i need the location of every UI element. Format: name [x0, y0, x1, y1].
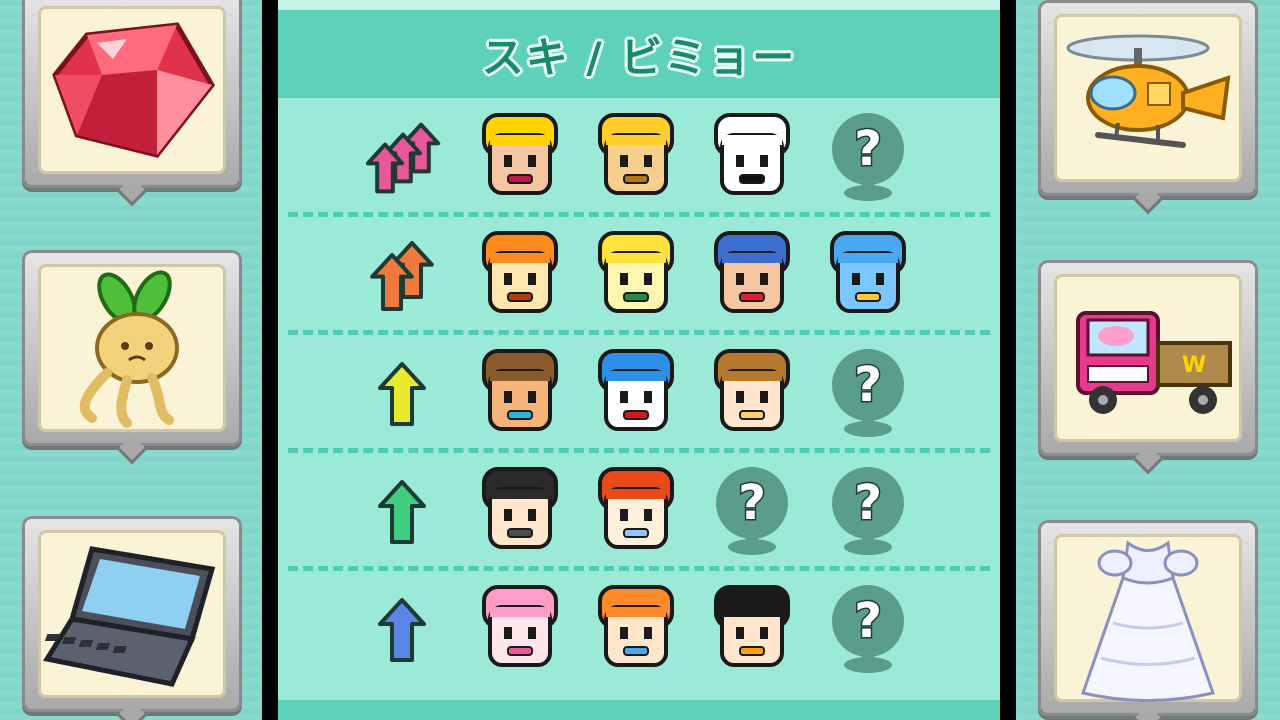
unknown-character-icon[interactable]: ?: [816, 103, 920, 207]
left-item-column: [0, 0, 262, 720]
item-slot-helicopter[interactable]: [1038, 0, 1258, 196]
svg-text:?: ?: [854, 475, 882, 531]
item-slot-truck[interactable]: W: [1038, 260, 1258, 456]
item-slot-mandrake[interactable]: [22, 250, 242, 446]
wario-truck-icon: W: [1076, 311, 1232, 414]
up-arrow-icon: [352, 568, 452, 686]
wario-face-icon[interactable]: [468, 103, 572, 207]
orange-pigtail-girl-face-icon[interactable]: [584, 575, 688, 679]
yellow-helicopter-icon: [1066, 34, 1231, 148]
right-item-column: W: [1018, 0, 1280, 720]
panel-header: スキ / ビミョー: [278, 10, 1000, 98]
brown-hair-girl-face-icon[interactable]: [700, 339, 804, 443]
right-panel-border: [1000, 0, 1016, 720]
wedding-dress-icon: [1081, 540, 1215, 702]
pink-bun-girl-face-icon[interactable]: [468, 575, 572, 679]
laptop-icon: [42, 546, 216, 687]
unknown-character-icon[interactable]: ?: [816, 575, 920, 679]
svg-text:?: ?: [854, 121, 882, 177]
svg-text:W: W: [1182, 353, 1206, 378]
panel-bottom-strip: [278, 700, 1000, 720]
unknown-character-icon[interactable]: ?: [700, 457, 804, 561]
yellow-cat-face-icon[interactable]: [584, 221, 688, 325]
unknown-character-icon[interactable]: ?: [816, 457, 920, 561]
orange-helmet-bear-face-icon[interactable]: [584, 103, 688, 207]
double-up-arrow-icon: [352, 214, 452, 332]
affinity-row: ??: [278, 450, 1000, 571]
mandrake-root-icon: [79, 270, 179, 428]
red-hood-girl-face-icon[interactable]: [584, 457, 688, 561]
item-slot-laptop[interactable]: [22, 516, 242, 712]
up-arrow-icon: [352, 450, 452, 568]
white-rabbit-hand-face-icon[interactable]: [700, 103, 804, 207]
orange-fox-mask-face-icon[interactable]: [468, 221, 572, 325]
affinity-row: ?: [278, 568, 1000, 686]
affinity-row: [278, 214, 1000, 335]
blue-robot-face-icon[interactable]: [816, 221, 920, 325]
black-hair-girl-face-icon[interactable]: [700, 575, 804, 679]
blue-afro-face-icon[interactable]: [584, 339, 688, 443]
up-arrow-icon: [352, 332, 452, 450]
svg-text:?: ?: [854, 593, 882, 649]
page-title: スキ / ビミョー: [481, 32, 797, 82]
red-gem-icon: [52, 22, 216, 158]
item-slot-dress[interactable]: [1038, 520, 1258, 716]
panel-top-strip: [278, 0, 1000, 10]
affinity-row: ?: [278, 332, 1000, 453]
affinity-panel: スキ / ビミョー ?????: [278, 0, 1000, 720]
unknown-character-icon[interactable]: ?: [816, 339, 920, 443]
svg-text:?: ?: [738, 475, 766, 531]
item-slot-gem[interactable]: [22, 0, 242, 188]
affinity-row: ?: [278, 96, 1000, 217]
svg-text:?: ?: [854, 357, 882, 413]
triple-up-arrow-icon: [352, 96, 452, 214]
red-visor-robot-face-icon[interactable]: [700, 221, 804, 325]
spiky-hair-boy-face-icon[interactable]: [468, 457, 572, 561]
goggles-doctor-face-icon[interactable]: [468, 339, 572, 443]
left-panel-border: [262, 0, 278, 720]
